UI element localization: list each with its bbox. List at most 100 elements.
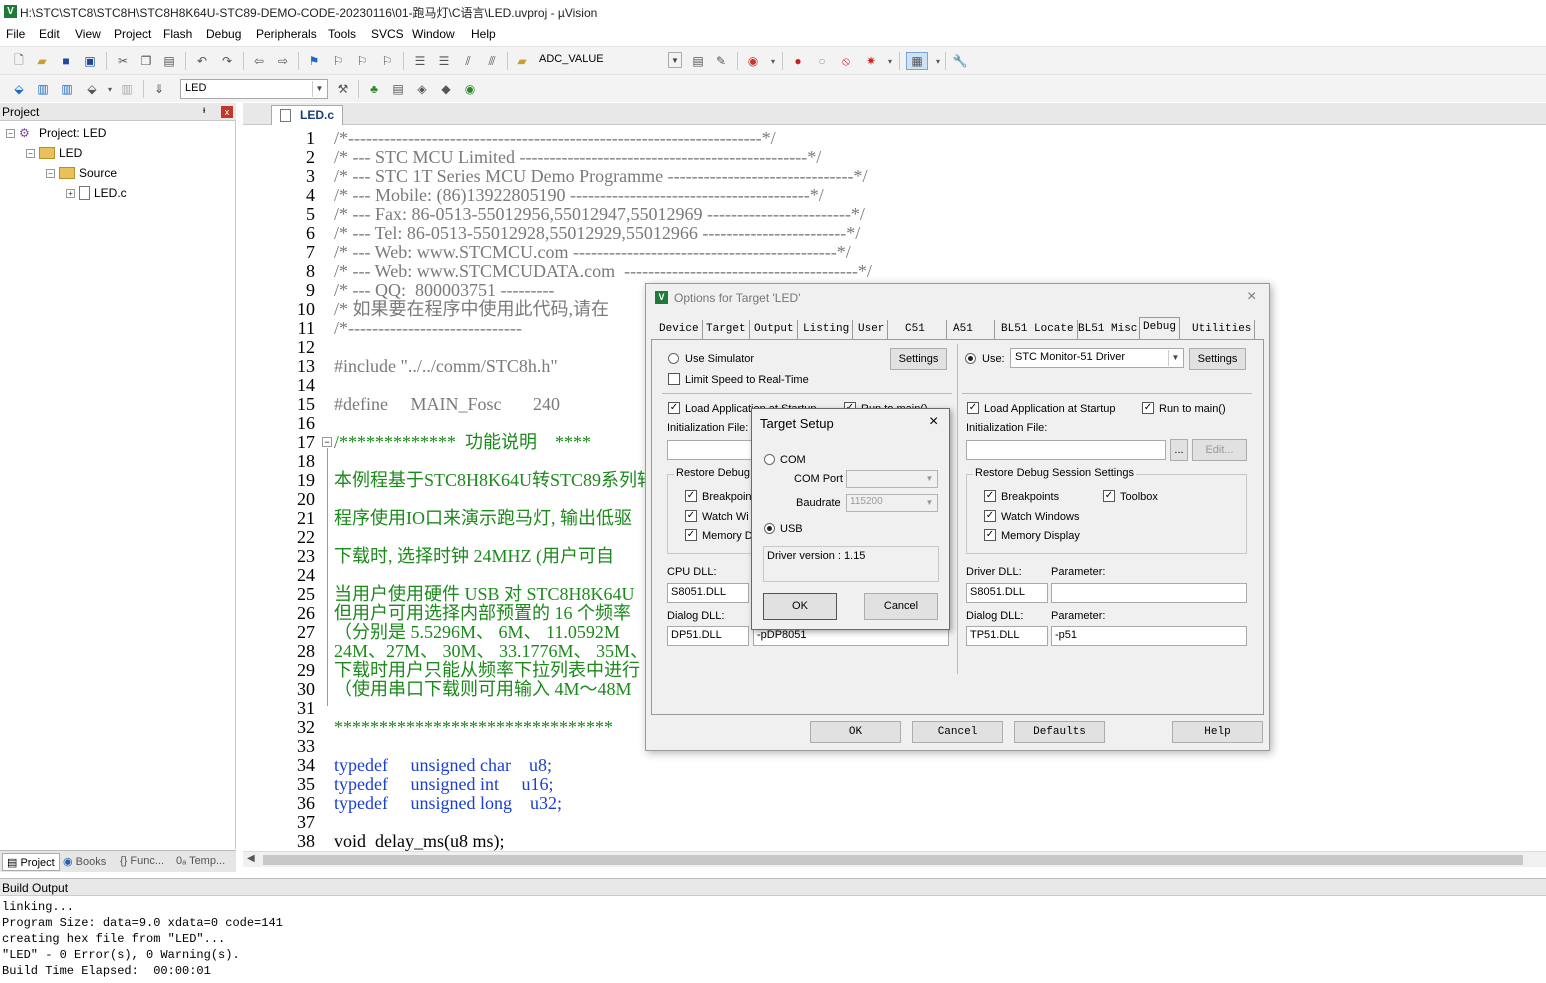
menu-project[interactable]: Project — [114, 27, 151, 41]
menu-flash[interactable]: Flash — [163, 27, 192, 41]
tab-a51[interactable]: A51 — [950, 320, 995, 340]
target-select[interactable]: LED ▼ — [180, 79, 328, 99]
watch-checkbox-left[interactable]: ✓ — [685, 510, 697, 522]
download-icon[interactable]: ⇓ — [150, 80, 168, 98]
driver-settings-button[interactable]: Settings — [1189, 348, 1246, 370]
kill-all-breakpoints-icon[interactable]: ✷ — [862, 52, 880, 70]
browse-button[interactable]: ... — [1170, 439, 1188, 461]
window-layout-icon[interactable]: ▦ — [906, 52, 928, 70]
find-combo[interactable]: ADC_VALUE ▼ — [535, 51, 683, 71]
save-all-icon[interactable]: ▣ — [81, 52, 99, 70]
tab-debug[interactable]: Debug — [1139, 317, 1181, 340]
scrollbar-thumb[interactable] — [263, 855, 1523, 865]
defaults-button[interactable]: Defaults — [1014, 721, 1105, 743]
tab-bl51-locate[interactable]: BL51 Locate — [998, 320, 1078, 340]
tab-target[interactable]: Target — [703, 320, 750, 340]
unindent-icon[interactable]: ☰ — [435, 52, 453, 70]
cpu-dll-input[interactable]: S8051.DLL — [667, 583, 749, 603]
find-icon[interactable]: ▤ — [689, 52, 707, 70]
paste-icon[interactable]: ▤ — [160, 52, 178, 70]
chevron-down-icon[interactable]: ▾ — [764, 52, 782, 70]
fold-toggle-icon[interactable]: − — [322, 437, 332, 447]
chevron-down-icon[interactable]: ▾ — [101, 80, 119, 98]
com-radio[interactable] — [764, 454, 775, 465]
help-button[interactable]: Help — [1172, 721, 1263, 743]
new-file-icon[interactable]: 🗋 — [10, 52, 28, 70]
save-icon[interactable]: ■ — [57, 52, 75, 70]
dialog-dll-input-left[interactable]: DP51.DLL — [667, 626, 749, 646]
cut-icon[interactable]: ✂ — [114, 52, 132, 70]
edit-button[interactable]: Edit... — [1192, 439, 1247, 461]
indent-icon[interactable]: ☰ — [411, 52, 429, 70]
memory-checkbox-left[interactable]: ✓ — [685, 529, 697, 541]
menu-svcs[interactable]: SVCS — [371, 27, 404, 41]
menu-window[interactable]: Window — [412, 27, 455, 41]
find-in-files-icon[interactable]: ▰ — [513, 52, 531, 70]
redo-icon[interactable]: ↷ — [218, 52, 236, 70]
simulator-settings-button[interactable]: Settings — [890, 348, 947, 370]
debug-session-icon[interactable]: ◉ — [744, 52, 762, 70]
menu-help[interactable]: Help — [471, 27, 496, 41]
tree-node-file[interactable]: + LED.c — [66, 186, 127, 200]
toolbox-checkbox[interactable]: ✓ — [1103, 490, 1115, 502]
debug-driver-select[interactable]: STC Monitor-51 Driver ▼ — [1010, 348, 1184, 368]
breakpoint-icon[interactable]: ● — [789, 52, 807, 70]
disable-all-breakpoints-icon[interactable]: ⦸ — [837, 52, 855, 70]
init-file-input-right[interactable] — [966, 440, 1166, 460]
bookmark-icon[interactable]: ⚑ — [305, 52, 323, 70]
build-output-pane[interactable]: linking... Program Size: data=9.0 xdata=… — [0, 897, 1546, 983]
tab-bl51-misc[interactable]: BL51 Misc — [1075, 320, 1142, 340]
target-setup-cancel-button[interactable]: Cancel — [864, 593, 938, 620]
collapse-icon[interactable]: − — [46, 168, 55, 178]
tab-functions[interactable]: {} Func... — [116, 853, 168, 871]
target-setup-ok-button[interactable]: OK — [763, 593, 837, 620]
tab-books[interactable]: ◉ Books — [59, 853, 110, 871]
use-driver-radio[interactable] — [965, 353, 976, 364]
undo-icon[interactable]: ↶ — [193, 52, 211, 70]
stop-build-icon[interactable]: ▥ — [118, 80, 136, 98]
navigate-back-icon[interactable]: ⇦ — [250, 52, 268, 70]
tab-device[interactable]: Device — [656, 320, 703, 340]
run-time-env-icon[interactable]: ◉ — [461, 80, 479, 98]
run-to-main-checkbox-right[interactable]: ✓ — [1142, 402, 1154, 414]
editor-horizontal-scrollbar[interactable]: ◀ — [243, 851, 1546, 867]
chevron-down-icon[interactable]: ▾ — [881, 52, 899, 70]
tab-led-c[interactable]: LED.c — [271, 105, 344, 125]
open-folder-icon[interactable]: ▰ — [33, 52, 51, 70]
tab-project[interactable]: ▤ Project — [2, 853, 60, 871]
com-port-select[interactable]: ▼ — [846, 470, 938, 488]
close-icon[interactable]: × — [1247, 288, 1256, 306]
pin-icon[interactable]: ᵻ — [203, 105, 205, 116]
usb-radio[interactable] — [764, 523, 775, 534]
next-bookmark-icon[interactable]: ⚐ — [353, 52, 371, 70]
collapse-icon[interactable]: − — [6, 128, 15, 138]
dialog-dll-input-right[interactable]: TP51.DLL — [966, 626, 1048, 646]
incremental-find-icon[interactable]: ✎ — [712, 52, 730, 70]
scroll-left-icon[interactable]: ◀ — [247, 853, 255, 864]
limit-speed-checkbox[interactable] — [668, 373, 680, 385]
clear-bookmarks-icon[interactable]: ⚐ — [378, 52, 396, 70]
menu-edit[interactable]: Edit — [39, 27, 60, 41]
manage-packs-icon[interactable]: ◈ — [413, 80, 431, 98]
tree-node-source-group[interactable]: − Source — [46, 166, 117, 180]
tab-utilities[interactable]: Utilities — [1189, 320, 1256, 340]
uncomment-icon[interactable]: ⫻ — [483, 52, 501, 70]
chevron-down-icon[interactable]: ▼ — [312, 81, 326, 97]
tab-c51[interactable]: C51 — [902, 320, 947, 340]
prev-bookmark-icon[interactable]: ⚐ — [329, 52, 347, 70]
menu-debug[interactable]: Debug — [206, 27, 241, 41]
load-app-checkbox-left[interactable]: ✓ — [668, 402, 680, 414]
target-options-icon[interactable]: ⚒ — [334, 80, 352, 98]
close-icon[interactable]: x — [221, 106, 233, 118]
rebuild-icon[interactable]: ▥ — [58, 80, 76, 98]
translate-icon[interactable]: ⬙ — [10, 80, 28, 98]
menu-peripherals[interactable]: Peripherals — [256, 27, 317, 41]
driver-dll-input[interactable]: S8051.DLL — [966, 583, 1048, 603]
cancel-button[interactable]: Cancel — [912, 721, 1003, 743]
dialog-param-input-right[interactable]: -p51 — [1051, 626, 1247, 646]
comment-icon[interactable]: ⫽ — [459, 52, 477, 70]
load-app-checkbox-right[interactable]: ✓ — [967, 402, 979, 414]
memory-checkbox-right[interactable]: ✓ — [984, 529, 996, 541]
configure-icon[interactable]: 🔧 — [951, 52, 969, 70]
expand-icon[interactable]: + — [66, 188, 75, 198]
